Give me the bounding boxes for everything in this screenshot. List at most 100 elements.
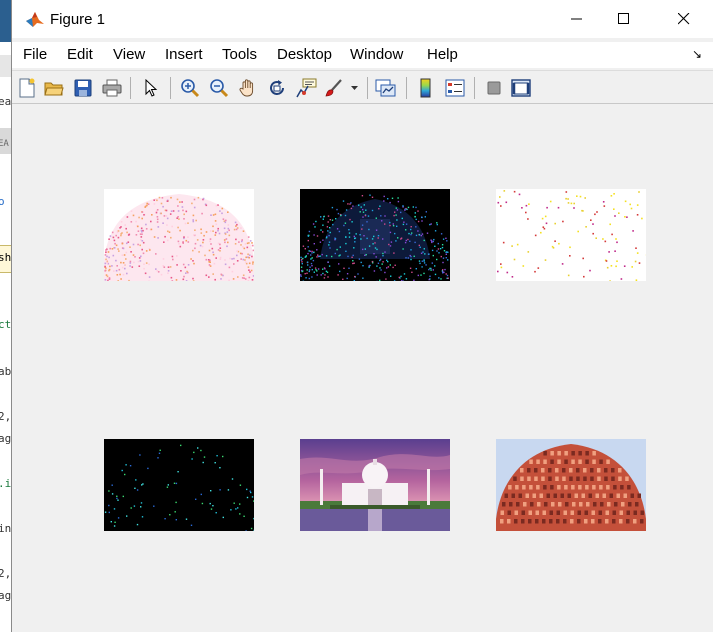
texture-dot — [386, 259, 388, 261]
zoom-in-button[interactable] — [179, 77, 201, 99]
texture-dot — [415, 218, 417, 221]
menu-desktop[interactable]: Desktop — [277, 46, 332, 63]
subplot-image-sparse-points-black[interactable] — [104, 439, 254, 531]
texture-dot — [604, 240, 607, 243]
rotate-3d-button[interactable] — [266, 77, 288, 99]
texture-dot — [187, 241, 190, 243]
texture-dot — [505, 201, 508, 204]
texture-dot — [121, 254, 124, 256]
texture-dot — [141, 217, 143, 220]
texture-dot — [442, 261, 444, 264]
menu-view[interactable]: View — [113, 46, 145, 63]
open-file-button[interactable] — [43, 77, 65, 99]
texture-dot — [429, 267, 431, 270]
edge-dark-graphic — [300, 194, 449, 281]
texture-dot — [440, 255, 442, 258]
new-figure-button[interactable] — [16, 77, 38, 99]
pan-button[interactable] — [237, 77, 259, 99]
texture-dot — [117, 499, 119, 501]
texture-dot — [208, 276, 210, 278]
facade-window — [536, 459, 540, 464]
texture-dot — [184, 266, 187, 269]
subplot-image-hawa-mahal-inverted-edges[interactable] — [104, 189, 254, 281]
subplot-image-sparse-points-white[interactable] — [496, 189, 646, 281]
subplot-image-taj-mahal-photo[interactable] — [300, 439, 450, 531]
save-button[interactable] — [72, 77, 94, 99]
select-button[interactable] — [140, 77, 162, 99]
texture-dot — [175, 519, 177, 521]
texture-dot — [111, 265, 113, 267]
texture-dot — [211, 247, 214, 250]
facade-window — [548, 476, 552, 481]
texture-dot — [311, 268, 313, 271]
subplot-image-hawa-mahal-photo[interactable] — [496, 439, 646, 531]
texture-dot — [583, 275, 585, 278]
texture-dot — [240, 258, 242, 260]
texture-dot — [222, 274, 224, 277]
texture-dot — [133, 505, 136, 507]
facade-window — [543, 451, 547, 456]
texture-dot — [368, 265, 370, 267]
menu-tools[interactable]: Tools — [222, 46, 257, 63]
data-cursor-button[interactable] — [295, 77, 317, 99]
texture-dot — [377, 235, 380, 237]
close-button[interactable] — [655, 0, 713, 38]
editor-text-fragment: sh — [0, 251, 11, 264]
facade-window — [592, 451, 596, 456]
texture-dot — [336, 228, 339, 230]
facade-window — [544, 502, 548, 507]
link-plot-button[interactable] — [375, 77, 397, 99]
texture-dot — [209, 240, 211, 243]
sparse-points-dark-graphic — [104, 444, 254, 531]
insert-colorbar-button[interactable] — [415, 77, 437, 99]
texture-dot — [141, 240, 144, 242]
texture-dot — [157, 226, 160, 228]
texture-dot — [202, 461, 204, 464]
brush-button[interactable] — [323, 77, 345, 99]
texture-dot — [417, 230, 419, 232]
menu-insert[interactable]: Insert — [165, 46, 203, 63]
menu-help[interactable]: Help — [427, 46, 458, 63]
menu-edit[interactable]: Edit — [67, 46, 93, 63]
menu-window[interactable]: Window — [350, 46, 403, 63]
maximize-button[interactable] — [595, 0, 653, 38]
facade-window — [569, 468, 573, 473]
texture-dot — [126, 272, 128, 275]
texture-dot — [153, 199, 155, 201]
texture-dot — [384, 271, 386, 274]
hide-plot-tools-button[interactable] — [483, 77, 505, 99]
menu-file[interactable]: File — [23, 46, 47, 63]
texture-dot — [387, 266, 390, 268]
texture-dot — [104, 279, 107, 281]
texture-dot — [316, 235, 319, 237]
subplot-image-taj-mahal-edges-dark[interactable] — [300, 189, 450, 281]
zoom-out-button[interactable] — [208, 77, 230, 99]
texture-dot — [233, 263, 235, 265]
facade-window — [612, 519, 616, 524]
texture-dot — [446, 274, 449, 277]
insert-legend-button[interactable] — [444, 77, 466, 99]
facade-window — [541, 468, 545, 473]
title-bar[interactable]: Figure 1 — [12, 0, 713, 38]
texture-dot — [596, 211, 598, 213]
brush-dropdown-button[interactable] — [349, 77, 361, 99]
texture-dot — [549, 200, 552, 203]
texture-dot — [204, 254, 206, 257]
facade-window — [578, 485, 582, 490]
texture-dot — [425, 264, 427, 266]
texture-dot — [392, 223, 394, 225]
texture-dot — [143, 214, 145, 216]
texture-dot — [212, 214, 215, 216]
facade-window — [515, 485, 519, 490]
texture-dot — [201, 245, 204, 248]
texture-dot — [155, 253, 157, 255]
menu-overflow-arrow[interactable]: ↘ — [692, 47, 702, 61]
print-button[interactable] — [101, 77, 123, 99]
editor-text-fragment: in — [0, 522, 11, 535]
show-plot-tools-button[interactable] — [510, 77, 532, 99]
texture-dot — [413, 255, 415, 257]
facade-window — [536, 485, 540, 490]
menu-bar: File Edit View Insert Tools Desktop Wind… — [12, 42, 713, 68]
facade-window — [604, 468, 608, 473]
facade-window — [591, 510, 595, 515]
